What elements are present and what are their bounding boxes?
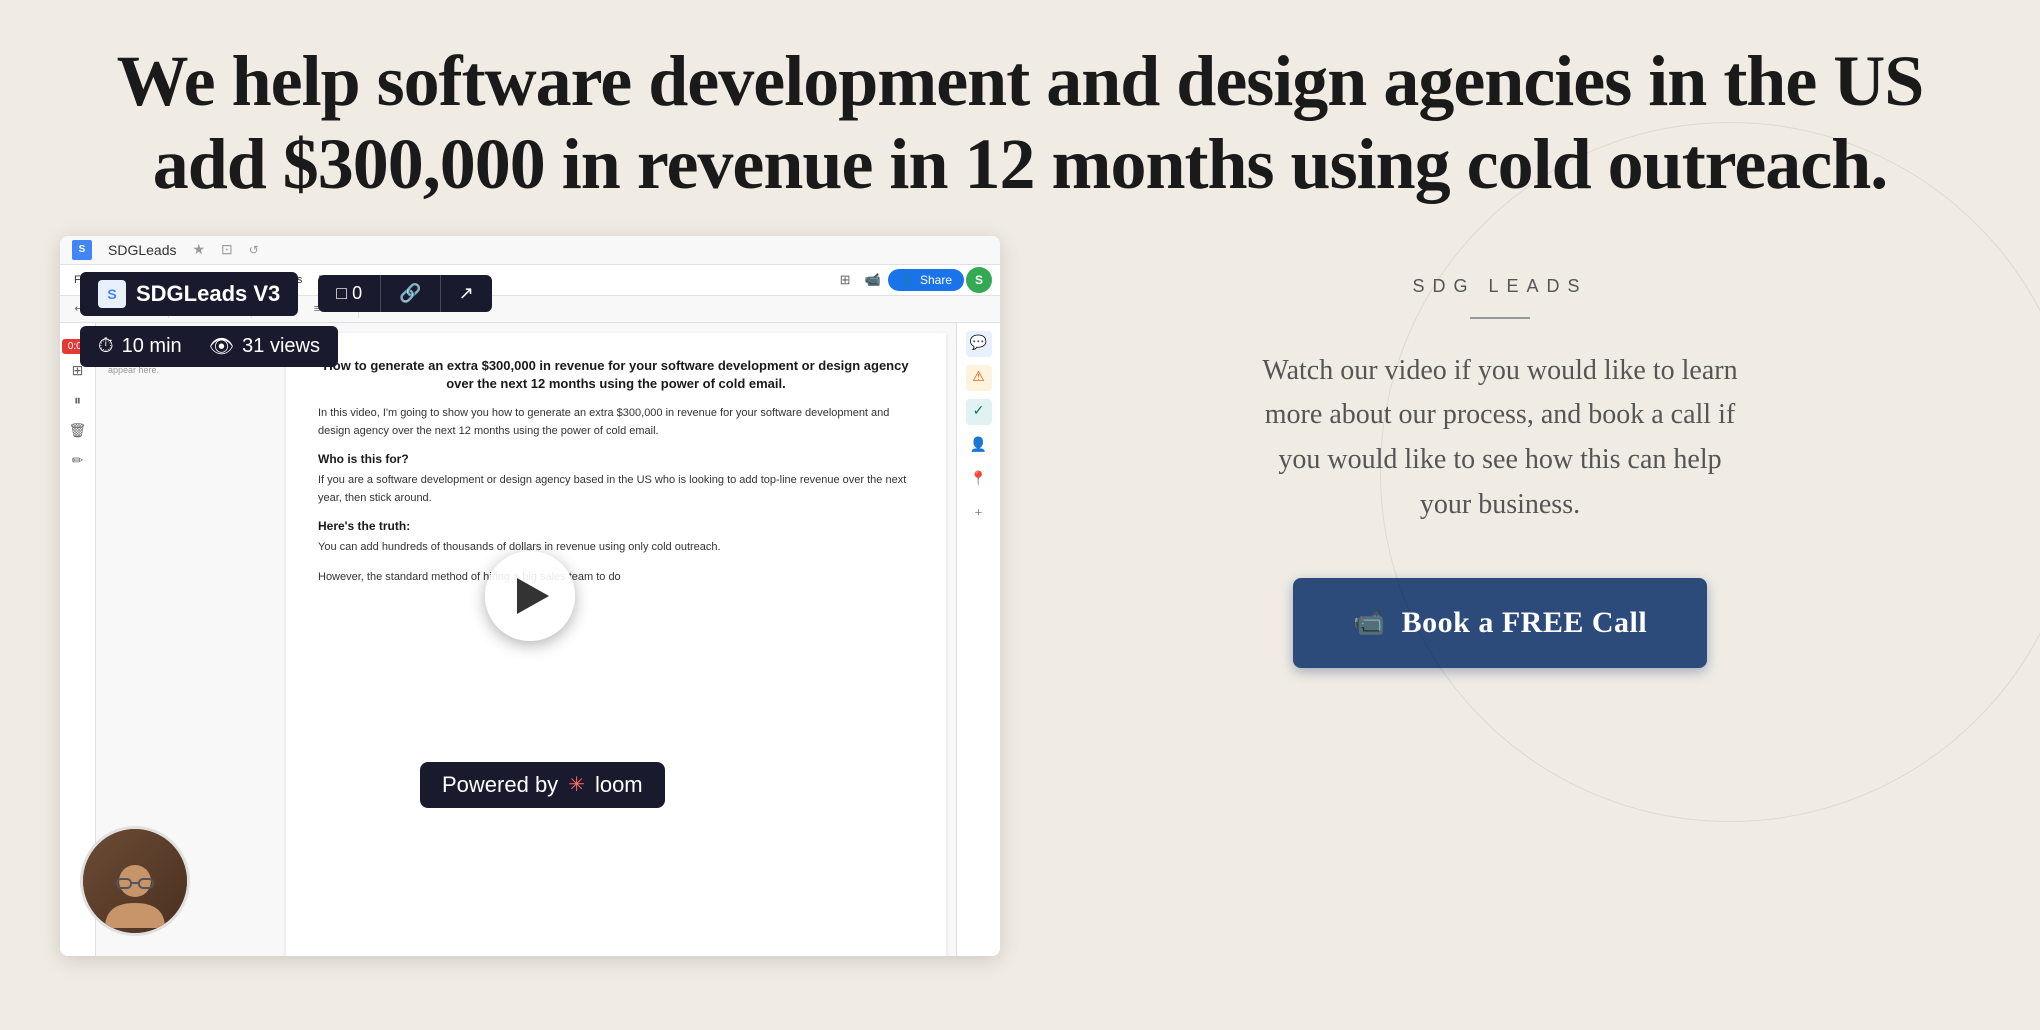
doc-intro: In this video, I'm going to show you how… bbox=[318, 405, 914, 440]
clock-icon: ⏱ bbox=[98, 335, 114, 358]
video-panel: S SDGLeads ★ ⊡ ↺ File Edit View Insert F… bbox=[60, 236, 1020, 956]
section1-body: If you are a software development or des… bbox=[318, 472, 914, 507]
title-badge-text: SDGLeads V3 bbox=[136, 281, 280, 307]
right-panel-desc: Watch our video if you would like to lea… bbox=[1260, 349, 1740, 528]
title-badge-icon: S bbox=[98, 280, 126, 308]
stats-bar: ⏱ 10 min 👁 31 views bbox=[80, 326, 338, 367]
stats-badge: ⏱ 10 min 👁 31 views bbox=[80, 326, 338, 367]
hero-heading: We help software development and design … bbox=[0, 0, 2040, 236]
views-value: 31 views bbox=[242, 335, 320, 358]
book-call-button[interactable]: 📹 Book a FREE Call bbox=[1293, 578, 1707, 668]
right-panel: SDG LEADS Watch our video if you would l… bbox=[1020, 236, 1980, 708]
share-icon: 👤 bbox=[900, 273, 915, 287]
user-avatar[interactable]: S bbox=[966, 267, 992, 293]
loom-brand-text: loom bbox=[595, 772, 643, 798]
powered-by-loom: Powered by ✳ loom bbox=[420, 762, 665, 808]
loom-star-icon: ✳ bbox=[568, 772, 585, 797]
sidebar-icon-delete[interactable]: 🗑 bbox=[66, 420, 90, 444]
brand-divider bbox=[1470, 317, 1530, 319]
brand-name: SDG LEADS bbox=[1412, 276, 1587, 297]
doc-page-title: How to generate an extra $300,000 in rev… bbox=[318, 357, 914, 393]
section2-body: You can add hundreds of thousands of dol… bbox=[318, 539, 914, 557]
camera-icon: 📹 bbox=[1353, 608, 1386, 638]
share-button[interactable]: 👤 Share bbox=[888, 269, 964, 291]
avatar-person bbox=[83, 829, 187, 933]
eye-icon: 👁 bbox=[209, 334, 234, 359]
loom-container: S SDGLeads ★ ⊡ ↺ File Edit View Insert F… bbox=[60, 236, 1000, 956]
time-value: 10 min bbox=[122, 335, 182, 358]
toolbar-person-icon[interactable]: 👤 bbox=[966, 433, 992, 459]
action-link[interactable]: 🔗 bbox=[380, 275, 439, 312]
toolbar-chat-icon[interactable]: 💬 bbox=[966, 331, 992, 357]
toolbar-plus-icon[interactable]: + bbox=[966, 501, 992, 527]
book-call-label: Book a FREE Call bbox=[1402, 606, 1648, 640]
section3-body: However, the standard method of hiring a… bbox=[318, 569, 914, 587]
share-label: Share bbox=[920, 273, 952, 287]
gdocs-doc-icon: S bbox=[72, 240, 92, 260]
gdocs-history-icon: ↺ bbox=[249, 243, 259, 257]
play-triangle-icon bbox=[517, 578, 549, 614]
title-badge: S SDGLeads V3 bbox=[80, 272, 298, 316]
play-button[interactable] bbox=[485, 551, 575, 641]
section2-title: Here's the truth: bbox=[318, 519, 914, 533]
sidebar-icon-pause[interactable]: ⏸ bbox=[66, 390, 90, 414]
action-bar: □ 0 🔗 ↗ bbox=[318, 275, 491, 312]
meet-icon[interactable]: 📹 bbox=[860, 267, 886, 293]
page-wrapper: We help software development and design … bbox=[0, 0, 2040, 1030]
doc-toolbar-right: 💬 ⚠ ✓ 👤 📍 + bbox=[956, 323, 1000, 956]
toolbar-location-icon[interactable]: 📍 bbox=[966, 467, 992, 493]
action-share[interactable]: ↗ bbox=[440, 275, 492, 312]
gdocs-toolbar-icons: ⊞ 📹 👤 Share S bbox=[832, 267, 992, 293]
avatar-circle bbox=[80, 826, 190, 936]
loom-titlebar: S SDGLeads V3 □ 0 🔗 ↗ bbox=[80, 272, 492, 316]
doc-page: How to generate an extra $300,000 in rev… bbox=[286, 333, 946, 956]
toolbar-warning-icon[interactable]: ⚠ bbox=[966, 365, 992, 391]
comment-history-icon[interactable]: ⊞ bbox=[832, 267, 858, 293]
action-comment[interactable]: □ 0 bbox=[318, 275, 380, 312]
section1-title: Who is this for? bbox=[318, 452, 914, 466]
powered-by-text: Powered by bbox=[442, 772, 558, 798]
play-overlay[interactable] bbox=[485, 551, 575, 641]
main-content: S SDGLeads ★ ⊡ ↺ File Edit View Insert F… bbox=[0, 236, 2040, 1030]
gdocs-move-icon: ⊡ bbox=[221, 241, 233, 258]
gdocs-filename: SDGLeads bbox=[108, 242, 176, 258]
gdocs-star-icon: ★ bbox=[192, 241, 205, 258]
gdocs-tabbar: S SDGLeads ★ ⊡ ↺ bbox=[60, 236, 1000, 265]
toolbar-check-icon[interactable]: ✓ bbox=[966, 399, 992, 425]
sidebar-icon-pencil[interactable]: ✏ bbox=[66, 450, 90, 474]
